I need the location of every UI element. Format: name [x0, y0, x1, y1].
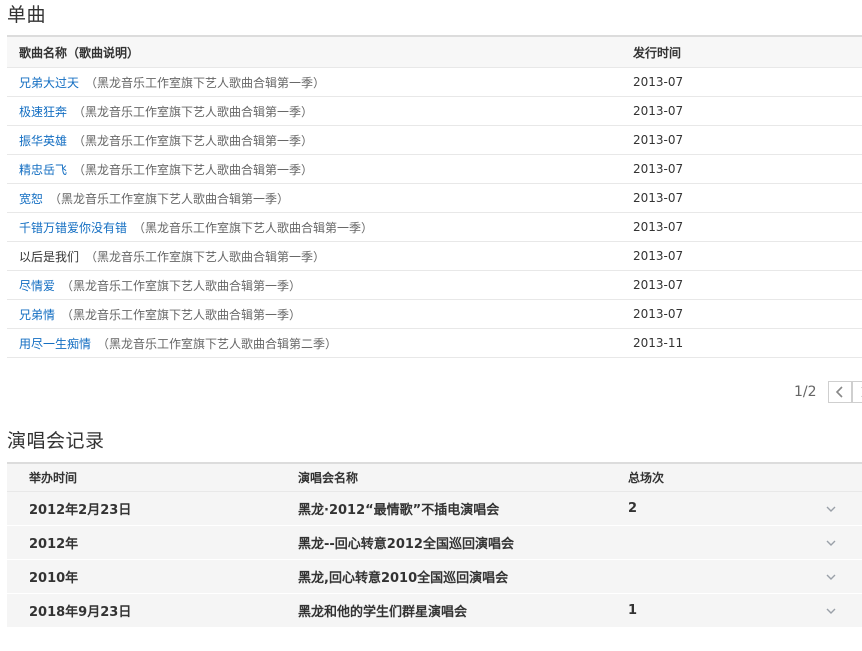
song-name-cell: 极速狂奔 （黑龙音乐工作室旗下艺人歌曲合辑第一季） [7, 103, 633, 120]
release-date: 2013-07 [633, 162, 684, 176]
song-name-cell: 振华英雄 （黑龙音乐工作室旗下艺人歌曲合辑第一季） [7, 132, 633, 149]
table-row: 兄弟大过天 （黑龙音乐工作室旗下艺人歌曲合辑第一季） 2013-07 [7, 68, 862, 97]
song-title-link[interactable]: 用尽一生痴情 [19, 337, 91, 351]
concert-date: 2010年 [29, 571, 79, 586]
concert-name: 黑龙和他的学生们群星演唱会 [298, 605, 468, 620]
concert-count: 1 [628, 603, 638, 618]
song-title-link[interactable]: 兄弟情 [19, 308, 55, 322]
song-description: （黑龙音乐工作室旗下艺人歌曲合辑第一季） [133, 220, 374, 235]
song-description: （黑龙音乐工作室旗下艺人歌曲合辑第一季） [85, 249, 326, 264]
song-name-cell: 兄弟情 （黑龙音乐工作室旗下艺人歌曲合辑第一季） [7, 306, 633, 323]
concert-name: 黑龙·2012“最情歌”不插电演唱会 [298, 503, 500, 518]
song-title-link[interactable]: 尽情爱 [19, 279, 55, 293]
song-name-column-header: 歌曲名称（歌曲说明） [19, 45, 140, 60]
expand-toggle[interactable] [813, 503, 862, 515]
song-title-link[interactable]: 振华英雄 [19, 134, 67, 148]
concert-date: 2012年 [29, 537, 79, 552]
table-row: 精忠岳飞 （黑龙音乐工作室旗下艺人歌曲合辑第一季） 2013-07 [7, 155, 862, 184]
table-row: 尽情爱 （黑龙音乐工作室旗下艺人歌曲合辑第一季） 2013-07 [7, 271, 862, 300]
chevron-left-icon [835, 386, 843, 398]
table-row: 用尽一生痴情 （黑龙音乐工作室旗下艺人歌曲合辑第二季） 2013-11 [7, 329, 862, 358]
chevron-down-icon [826, 608, 835, 614]
concert-row[interactable]: 2018年9月23日 黑龙和他的学生们群星演唱会 1 [7, 594, 862, 628]
song-name-cell: 用尽一生痴情 （黑龙音乐工作室旗下艺人歌曲合辑第二季） [7, 335, 633, 352]
song-title-link[interactable]: 宽恕 [19, 192, 43, 206]
chevron-down-icon [826, 506, 835, 512]
release-date: 2013-07 [633, 191, 684, 205]
chevron-down-icon [826, 574, 835, 580]
song-description: （黑龙音乐工作室旗下艺人歌曲合辑第一季） [61, 278, 302, 293]
expand-toggle[interactable] [813, 537, 862, 549]
concerts-table: 举办时间 演唱会名称 总场次 2012年2月23日 黑龙·2012“最情歌”不插电… [7, 462, 862, 628]
expand-toggle[interactable] [813, 605, 862, 617]
song-description: （黑龙音乐工作室旗下艺人歌曲合辑第一季） [73, 133, 314, 148]
song-description: （黑龙音乐工作室旗下艺人歌曲合辑第一季） [73, 104, 314, 119]
chevron-right-icon [860, 386, 862, 398]
table-row: 兄弟情 （黑龙音乐工作室旗下艺人歌曲合辑第一季） 2013-07 [7, 300, 862, 329]
release-date: 2013-11 [633, 336, 684, 350]
release-date: 2013-07 [633, 307, 684, 321]
release-date: 2013-07 [633, 220, 684, 234]
song-title-link[interactable]: 精忠岳飞 [19, 163, 67, 177]
concerts-section-title: 演唱会记录 [7, 430, 105, 452]
concert-count-column-header: 总场次 [628, 471, 665, 485]
release-date: 2013-07 [633, 75, 684, 89]
song-name-cell: 精忠岳飞 （黑龙音乐工作室旗下艺人歌曲合辑第一季） [7, 161, 633, 178]
singles-table: 歌曲名称（歌曲说明） 发行时间 兄弟大过天 （黑龙音乐工作室旗下艺人歌曲合辑第一季… [7, 35, 862, 358]
page-indicator: 1/2 [794, 384, 817, 400]
table-row: 振华英雄 （黑龙音乐工作室旗下艺人歌曲合辑第一季） 2013-07 [7, 126, 862, 155]
song-name-cell: 千错万错爱你没有错 （黑龙音乐工作室旗下艺人歌曲合辑第一季） [7, 219, 633, 236]
song-title-link: 以后是我们 [19, 249, 80, 264]
song-title-link[interactable]: 极速狂奔 [19, 105, 67, 119]
song-title-link[interactable]: 千错万错爱你没有错 [19, 221, 127, 235]
table-row: 极速狂奔 （黑龙音乐工作室旗下艺人歌曲合辑第一季） 2013-07 [7, 97, 862, 126]
concert-count: 2 [628, 501, 638, 516]
song-description: （黑龙音乐工作室旗下艺人歌曲合辑第一季） [73, 162, 314, 177]
pagination: 1/2 [794, 379, 862, 405]
table-row: 以后是我们 （黑龙音乐工作室旗下艺人歌曲合辑第一季） 2013-07 [7, 242, 862, 271]
concert-name-column-header: 演唱会名称 [298, 471, 359, 485]
concert-row[interactable]: 2012年 黑龙--回心转意2012全国巡回演唱会 [7, 526, 862, 560]
concert-row[interactable]: 2010年 黑龙,回心转意2010全国巡回演唱会 [7, 560, 862, 594]
song-description: （黑龙音乐工作室旗下艺人歌曲合辑第一季） [49, 191, 290, 206]
song-title-link[interactable]: 兄弟大过天 [19, 76, 79, 90]
next-page-button[interactable] [851, 381, 862, 403]
song-name-cell: 尽情爱 （黑龙音乐工作室旗下艺人歌曲合辑第一季） [7, 277, 633, 294]
release-date-column-header: 发行时间 [633, 45, 682, 60]
prev-page-button[interactable] [827, 381, 852, 403]
chevron-down-icon [826, 540, 835, 546]
concert-date: 2012年2月23日 [29, 503, 132, 518]
release-date: 2013-07 [633, 249, 684, 263]
song-name-cell: 宽恕 （黑龙音乐工作室旗下艺人歌曲合辑第一季） [7, 190, 633, 207]
table-row: 千错万错爱你没有错 （黑龙音乐工作室旗下艺人歌曲合辑第一季） 2013-07 [7, 213, 862, 242]
song-description: （黑龙音乐工作室旗下艺人歌曲合辑第一季） [61, 307, 302, 322]
singles-section-title: 单曲 [7, 4, 47, 26]
concert-date-column-header: 举办时间 [29, 471, 78, 485]
table-row: 宽恕 （黑龙音乐工作室旗下艺人歌曲合辑第一季） 2013-07 [7, 184, 862, 213]
song-name-cell: 兄弟大过天 （黑龙音乐工作室旗下艺人歌曲合辑第一季） [7, 74, 633, 91]
concert-date: 2018年9月23日 [29, 605, 132, 620]
song-description: （黑龙音乐工作室旗下艺人歌曲合辑第二季） [97, 336, 338, 351]
concert-row[interactable]: 2012年2月23日 黑龙·2012“最情歌”不插电演唱会 2 [7, 492, 862, 526]
release-date: 2013-07 [633, 104, 684, 118]
song-name-cell: 以后是我们 （黑龙音乐工作室旗下艺人歌曲合辑第一季） [7, 248, 633, 265]
concert-name: 黑龙--回心转意2012全国巡回演唱会 [298, 537, 514, 552]
release-date: 2013-07 [633, 133, 684, 147]
release-date: 2013-07 [633, 278, 684, 292]
singles-table-header: 歌曲名称（歌曲说明） 发行时间 [7, 37, 862, 68]
expand-toggle[interactable] [813, 571, 862, 583]
concerts-table-header: 举办时间 演唱会名称 总场次 [7, 464, 862, 492]
concert-name: 黑龙,回心转意2010全国巡回演唱会 [298, 571, 509, 586]
song-description: （黑龙音乐工作室旗下艺人歌曲合辑第一季） [85, 75, 326, 90]
